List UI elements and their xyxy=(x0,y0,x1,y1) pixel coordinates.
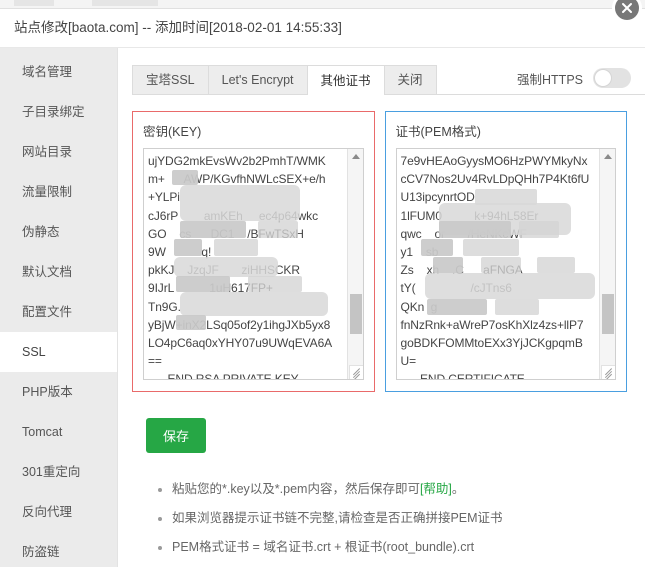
sidebar-item-301-redirect[interactable]: 301重定向 xyxy=(0,452,117,492)
force-https-label: 强制HTTPS xyxy=(517,69,583,88)
toggle-knob xyxy=(594,69,612,87)
scroll-up-icon[interactable] xyxy=(348,149,364,164)
note-item: PEM格式证书 = 域名证书.crt + 根证书(root_bundle).cr… xyxy=(172,533,645,562)
tab-close[interactable]: 关闭 xyxy=(384,65,437,94)
note-text: 如果浏览器提示证书链不完整,请检查是否正确拼接PEM证书 xyxy=(172,511,503,525)
private-key-label: 密钥(KEY) xyxy=(143,121,364,140)
sidebar-item-reverse-proxy[interactable]: 反向代理 xyxy=(0,492,117,532)
certificate-pem-value: 7e9vHEAoGyysMO6HzPWYMkyNx cCV7Nos2Uv4RvL… xyxy=(401,152,598,380)
note-item: 如果浏览器提示证书链不完整,请检查是否正确拼接PEM证书 xyxy=(172,504,645,533)
private-key-scrollbar[interactable] xyxy=(347,149,363,379)
sidebar-item-domain-manage[interactable]: 域名管理 xyxy=(0,52,117,92)
sidebar-item-default-document[interactable]: 默认文档 xyxy=(0,252,117,292)
certificate-pem-scrollbar[interactable] xyxy=(599,149,615,379)
certificate-pem-label: 证书(PEM格式) xyxy=(396,121,617,140)
scrollbar-thumb[interactable] xyxy=(350,294,362,334)
note-text: 粘贴您的*.key以及*.pem内容，然后保存即可 xyxy=(172,482,420,496)
tab-other-certificate[interactable]: 其他证书 xyxy=(307,65,385,95)
sidebar-item-config-file[interactable]: 配置文件 xyxy=(0,292,117,332)
private-key-textarea[interactable]: ujYDG2mkEvsWv2b2PmhT/WMK m+ AWP/KGvfhNWL… xyxy=(143,148,364,380)
sidebar-item-php-version[interactable]: PHP版本 xyxy=(0,372,117,412)
force-https-control: 强制HTTPS xyxy=(517,68,631,94)
ssl-tabs: 宝塔SSL Let's Encrypt 其他证书 关闭 强制HTTPS xyxy=(132,60,645,95)
certificate-panels: 密钥(KEY) ujYDG2mkEvsWv2b2PmhT/WMK m+ AWP/… xyxy=(132,111,645,392)
scrollbar-thumb[interactable] xyxy=(602,294,614,334)
tab-lets-encrypt[interactable]: Let's Encrypt xyxy=(208,65,308,94)
ssl-content-panel: 宝塔SSL Let's Encrypt 其他证书 关闭 强制HTTPS 密钥(K… xyxy=(118,48,645,567)
tab-baota-ssl[interactable]: 宝塔SSL xyxy=(132,65,209,94)
sidebar-item-anti-leech[interactable]: 防盗链 xyxy=(0,532,117,572)
sidebar: 域名管理 子目录绑定 网站目录 流量限制 伪静态 默认文档 配置文件 SSL P… xyxy=(0,48,118,567)
sidebar-item-ssl[interactable]: SSL xyxy=(0,332,117,372)
background-ghost-text-2 xyxy=(92,0,158,6)
scroll-up-icon[interactable] xyxy=(600,149,616,164)
sidebar-item-traffic-limit[interactable]: 流量限制 xyxy=(0,172,117,212)
background-ghost-text-1 xyxy=(14,0,54,6)
textarea-resize-handle[interactable] xyxy=(349,365,363,379)
sidebar-item-subdirectory-binding[interactable]: 子目录绑定 xyxy=(0,92,117,132)
note-item: 粘贴您的*.key以及*.pem内容，然后保存即可[帮助]。 xyxy=(172,475,645,504)
certificate-pem-panel: 证书(PEM格式) 7e9vHEAoGyysMO6HzPWYMkyNx cCV7… xyxy=(385,111,628,392)
background-page-bleed xyxy=(0,0,645,8)
sidebar-item-tomcat[interactable]: Tomcat xyxy=(0,412,117,452)
certificate-pem-textarea[interactable]: 7e9vHEAoGyysMO6HzPWYMkyNx cCV7Nos2Uv4RvL… xyxy=(396,148,617,380)
force-https-toggle[interactable] xyxy=(593,68,631,88)
help-link[interactable]: [帮助] xyxy=(420,482,452,496)
note-text-suffix: 。 xyxy=(452,482,465,496)
private-key-panel: 密钥(KEY) ujYDG2mkEvsWv2b2PmhT/WMK m+ AWP/… xyxy=(132,111,375,392)
help-notes: 粘贴您的*.key以及*.pem内容，然后保存即可[帮助]。 如果浏览器提示证书… xyxy=(132,475,645,562)
sidebar-item-pseudo-static[interactable]: 伪静态 xyxy=(0,212,117,252)
save-button[interactable]: 保存 xyxy=(146,418,206,453)
sidebar-item-site-directory[interactable]: 网站目录 xyxy=(0,132,117,172)
textarea-resize-handle[interactable] xyxy=(601,365,615,379)
site-modify-dialog: 站点修改[baota.com] -- 添加时间[2018-02-01 14:55… xyxy=(0,8,645,566)
dialog-title: 站点修改[baota.com] -- 添加时间[2018-02-01 14:55… xyxy=(0,9,645,48)
private-key-value: ujYDG2mkEvsWv2b2PmhT/WMK m+ AWP/KGvfhNWL… xyxy=(148,152,345,380)
note-text: PEM格式证书 = 域名证书.crt + 根证书(root_bundle).cr… xyxy=(172,540,474,554)
dialog-body: 域名管理 子目录绑定 网站目录 流量限制 伪静态 默认文档 配置文件 SSL P… xyxy=(0,48,645,567)
